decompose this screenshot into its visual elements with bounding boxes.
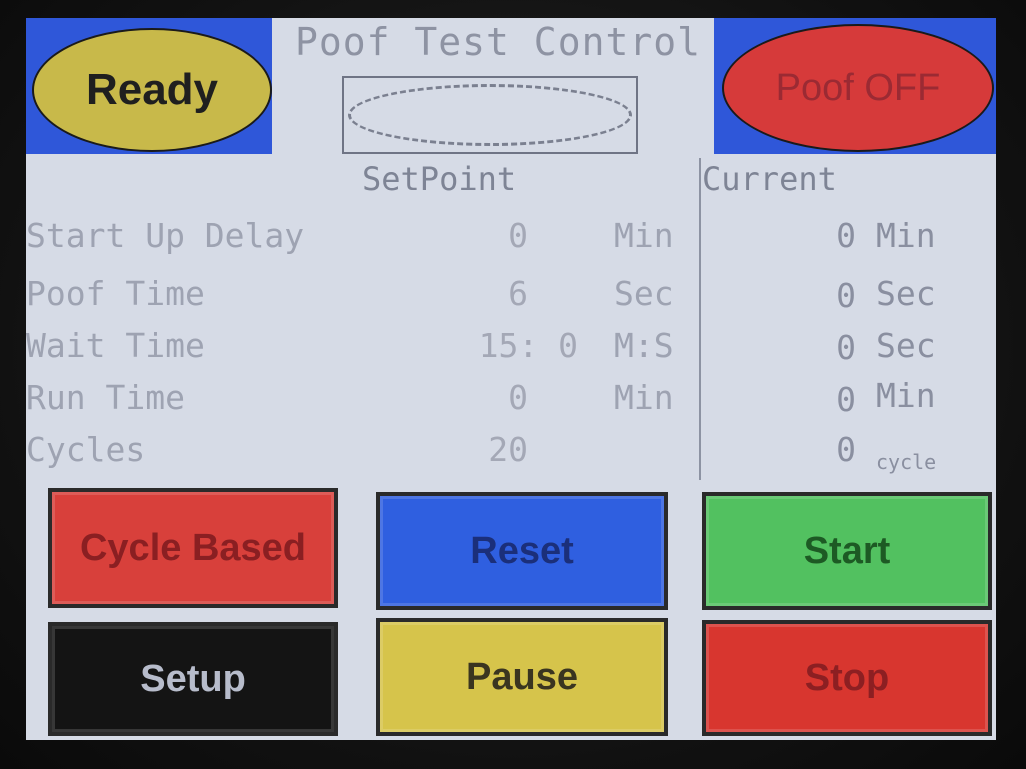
current-cycles: 0 <box>836 430 856 469</box>
row-label-wait-time: Wait Time <box>26 326 205 365</box>
current-run-time: 0 <box>836 380 856 419</box>
current-poof-time: 0 <box>836 276 856 315</box>
row-label-cycles: Cycles <box>26 430 146 469</box>
poof-indicator: Poof OFF <box>722 24 994 152</box>
start-button[interactable]: Start <box>702 492 992 610</box>
unit-wait-time: M:S <box>614 326 674 365</box>
page-title: Poof Test Control <box>295 20 701 64</box>
pause-button[interactable]: Pause <box>376 618 668 736</box>
setpoint-wait-time[interactable]: 15: 0 <box>408 326 578 365</box>
reset-button[interactable]: Reset <box>376 492 668 610</box>
current-header: Current <box>702 160 837 198</box>
setpoint-poof-time[interactable]: 6 <box>418 274 528 313</box>
setpoint-header: SetPoint <box>362 160 517 198</box>
ready-indicator: Ready <box>32 28 272 152</box>
poof-status-panel: Poof OFF <box>714 18 996 154</box>
cycle-based-button[interactable]: Cycle Based <box>48 488 338 608</box>
row-label-startup-delay: Start Up Delay <box>26 216 305 255</box>
setup-button[interactable]: Setup <box>48 622 338 736</box>
ready-status-panel: Ready <box>26 18 272 154</box>
setpoint-run-time[interactable]: 0 <box>418 378 528 417</box>
row-label-run-time: Run Time <box>26 378 185 417</box>
current-unit-cycles: cycle <box>876 450 937 474</box>
current-wait-time: 0 <box>836 328 856 367</box>
touch-screen: Ready Poof Test Control Poof OFF SetPoin… <box>26 18 996 740</box>
setpoint-startup-delay[interactable]: 0 <box>418 216 528 255</box>
unit-startup-delay: Min <box>614 216 674 255</box>
column-divider <box>699 158 701 480</box>
status-oval-icon <box>348 84 632 146</box>
status-oval-box <box>342 76 638 154</box>
current-unit-poof-time: Sec <box>876 274 936 313</box>
unit-run-time: Min <box>614 378 674 417</box>
row-label-poof-time: Poof Time <box>26 274 205 313</box>
unit-poof-time: Sec <box>614 274 674 313</box>
current-unit-run-time: Min <box>876 376 936 415</box>
current-startup-delay: 0 <box>836 216 856 255</box>
current-unit-wait-time: Sec <box>876 326 936 365</box>
stop-button[interactable]: Stop <box>702 620 992 736</box>
current-unit-startup-delay: Min <box>876 216 936 255</box>
setpoint-cycles[interactable]: 20 <box>418 430 528 469</box>
